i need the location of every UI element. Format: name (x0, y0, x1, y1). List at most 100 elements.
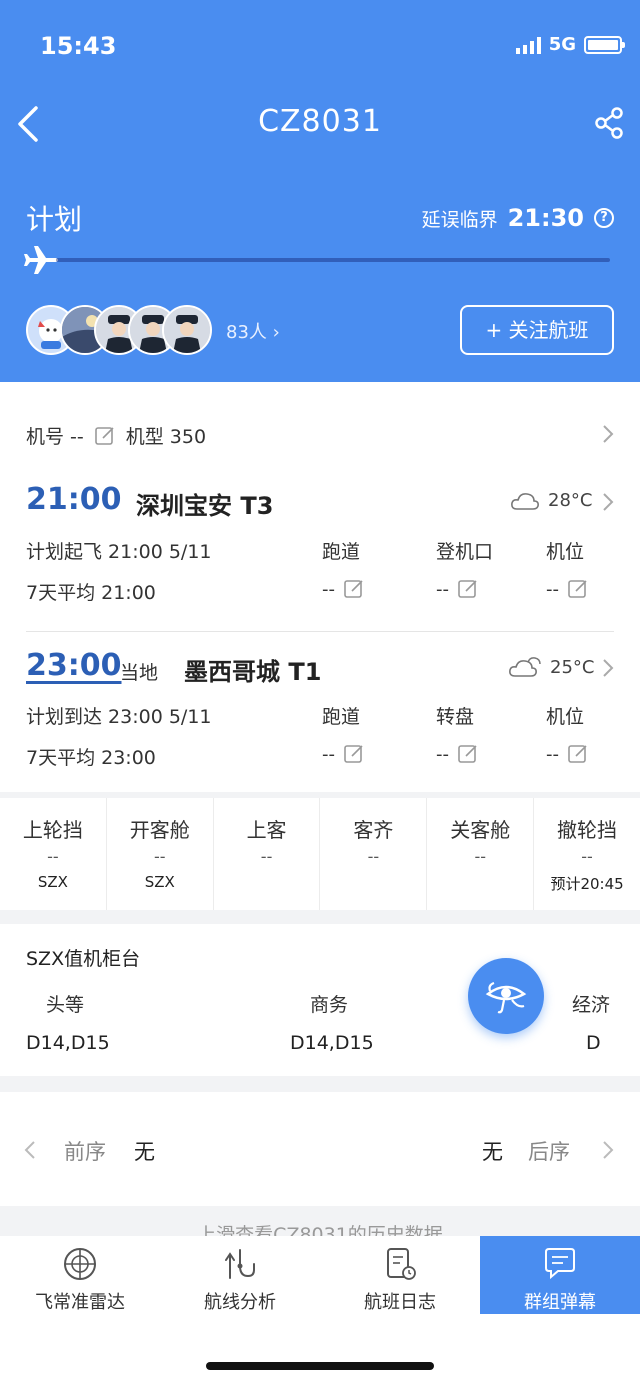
tab-label: 航班日志 (364, 1292, 436, 1313)
arrival-carousel-label: 转盘 (436, 706, 475, 728)
departure-gate-value[interactable]: -- (436, 578, 479, 600)
chat-icon (545, 1248, 575, 1280)
arrival-weather[interactable]: 25°C (508, 656, 594, 678)
home-indicator[interactable] (206, 1362, 434, 1370)
first-class-label: 头等 (46, 994, 85, 1016)
arrival-airport[interactable]: 墨西哥城 T1 (184, 652, 321, 687)
runway-value-text: -- (322, 578, 335, 600)
followers-count[interactable]: 83人 › (226, 318, 280, 344)
milestone-item: 客齐 -- (320, 798, 428, 910)
edit-icon[interactable] (457, 743, 479, 765)
milestone-value: -- (47, 847, 59, 866)
arrival-scheduled: 计划到达 23:00 5/11 (26, 706, 212, 728)
milestone-item: 上客 -- (214, 798, 321, 910)
departure-stand-label: 机位 (546, 541, 585, 563)
divider (26, 631, 614, 632)
milestone-value: -- (367, 847, 380, 866)
status-indicators: 5G (515, 34, 625, 55)
milestone-item: 开客舱 -- SZX (107, 798, 214, 910)
signal-icon (515, 36, 541, 54)
delay-critical: 延误临界 21:30 ? (422, 204, 614, 232)
milestone-value: -- (153, 847, 166, 866)
log-icon (387, 1248, 416, 1280)
flight-number-title: CZ8031 (258, 104, 382, 139)
departure-gate-label: 登机口 (436, 541, 494, 563)
runway-value-text: -- (322, 743, 335, 765)
departure-time: 21:00 (26, 482, 122, 517)
departure-stand-value[interactable]: -- (546, 578, 589, 600)
airplane-icon (24, 246, 58, 274)
tab-flight-log[interactable]: 航班日志 (320, 1236, 480, 1314)
aircraft-info-row[interactable]: 机号 -- 机型 350 (26, 422, 206, 449)
arrival-runway-value[interactable]: -- (322, 743, 365, 765)
flight-status-label: 计划 (26, 203, 83, 236)
chevron-right-icon[interactable] (602, 1140, 614, 1160)
milestone-title: 上轮挡 (22, 818, 83, 842)
milestone-item: 关客舱 -- (427, 798, 535, 910)
avatar (162, 305, 212, 355)
departure-7day-avg: 7天平均 21:00 (26, 582, 156, 604)
battery-icon (584, 35, 625, 54)
business-class-label: 商务 (310, 994, 349, 1016)
aircraft-type-label: 机型 350 (125, 426, 207, 448)
follow-flight-button[interactable]: + 关注航班 (460, 305, 614, 355)
milestone-title: 客齐 (353, 818, 394, 842)
network-label: 5G (548, 34, 576, 55)
arrival-time[interactable]: 23:00 (26, 648, 122, 683)
follower-avatars[interactable] (26, 305, 226, 355)
share-icon[interactable] (594, 106, 624, 140)
milestone-sub: SZX (144, 873, 175, 891)
eye-floating-button[interactable] (468, 958, 544, 1034)
route-icon (225, 1249, 255, 1279)
eye-icon (485, 981, 527, 1014)
edit-icon[interactable] (94, 425, 116, 447)
stand-value-text: -- (546, 578, 559, 600)
milestone-sub: 预计20:45 (550, 875, 624, 893)
prev-flight-value: 无 (134, 1140, 155, 1164)
flight-progress-track (56, 258, 610, 262)
edit-icon[interactable] (457, 578, 479, 600)
local-time-tag: 当地 (120, 662, 159, 684)
arrival-carousel-value[interactable]: -- (436, 743, 479, 765)
departure-weather[interactable]: 28°C (510, 490, 592, 511)
chevron-right-icon[interactable] (602, 424, 614, 444)
departure-runway-label: 跑道 (322, 541, 361, 563)
tab-radar[interactable]: 飞常准雷达 (0, 1236, 160, 1314)
delay-time: 21:30 (507, 204, 584, 232)
arrival-7day-avg: 7天平均 23:00 (26, 747, 156, 769)
next-flight-label[interactable]: 后序 (528, 1136, 570, 1166)
milestone-item: 上轮挡 -- SZX (0, 798, 107, 910)
ground-milestones: 上轮挡 -- SZX 开客舱 -- SZX 上客 -- 客齐 -- 关客舱 --… (0, 798, 640, 910)
milestone-value: -- (260, 847, 273, 866)
economy-class-counter: D (586, 1032, 601, 1054)
edit-icon[interactable] (567, 743, 589, 765)
milestone-sub: SZX (37, 873, 68, 891)
prev-flight-label[interactable]: 前序 (64, 1136, 106, 1166)
edit-icon[interactable] (343, 743, 365, 765)
tab-label: 航线分析 (204, 1292, 276, 1313)
edit-icon[interactable] (567, 578, 589, 600)
tab-label: 飞常准雷达 (35, 1292, 125, 1313)
milestone-title: 关客舱 (450, 818, 511, 842)
arrival-temp: 25°C (550, 656, 595, 678)
radar-icon (64, 1248, 96, 1280)
counter-title: SZX值机柜台 (26, 948, 141, 970)
tab-route-analysis[interactable]: 航线分析 (160, 1236, 320, 1314)
chevron-right-icon[interactable] (602, 492, 614, 512)
help-icon[interactable]: ? (594, 208, 614, 228)
milestone-item: 撤轮挡 -- 预计20:45 (534, 798, 640, 910)
next-flight-value: 无 (482, 1140, 503, 1164)
status-time: 15:43 (40, 32, 117, 60)
stand-value-text: -- (546, 743, 559, 765)
economy-class-label: 经济 (572, 994, 611, 1016)
chevron-right-icon[interactable] (602, 658, 614, 678)
edit-icon[interactable] (343, 578, 365, 600)
milestone-title: 上客 (246, 818, 287, 842)
registration-label: 机号 -- (26, 426, 84, 448)
chevron-left-icon[interactable] (24, 1140, 36, 1160)
departure-runway-value[interactable]: -- (322, 578, 365, 600)
delay-label: 延误临界 (421, 208, 498, 231)
departure-airport[interactable]: 深圳宝安 T3 (136, 486, 273, 521)
tab-group-chat[interactable]: 群组弹幕 (480, 1236, 640, 1314)
arrival-stand-value[interactable]: -- (546, 743, 589, 765)
